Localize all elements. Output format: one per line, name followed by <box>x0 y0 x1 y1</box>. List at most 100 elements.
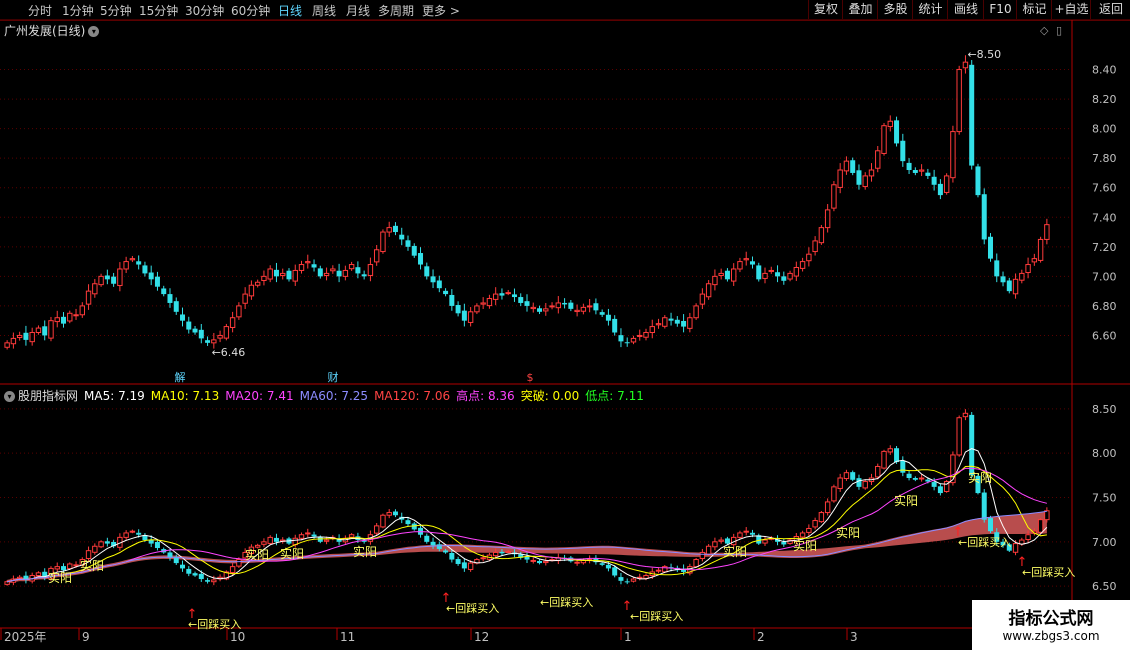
candle-body <box>724 538 730 544</box>
candle-body <box>599 312 605 315</box>
signal-label: 实阳 <box>48 570 72 585</box>
candle-body <box>894 120 900 144</box>
candle-body <box>136 261 142 265</box>
candle-body <box>612 567 618 576</box>
candle-body <box>894 448 900 463</box>
candle-body <box>154 541 160 549</box>
candle-body <box>205 580 211 582</box>
candle-body <box>537 308 543 312</box>
candle-body <box>443 290 449 295</box>
candle-body <box>111 276 117 284</box>
candle-body <box>280 272 286 276</box>
chart-canvas[interactable]: 8.40 8.20 8.00 7.80 7.60 7.40 7.20 7.00 6.80 6.60… <box>0 0 1130 650</box>
candle-body <box>392 225 398 233</box>
candle-body <box>311 534 317 537</box>
candle-body <box>530 306 536 310</box>
candle-body <box>756 265 762 280</box>
candle-body <box>211 339 217 344</box>
candle-body <box>530 559 536 562</box>
callback-buy-label: ←回踩买入 <box>1022 566 1075 579</box>
candle-body <box>900 140 906 162</box>
signal-label: 实阳 <box>245 547 269 562</box>
event-label: 解 <box>175 370 186 384</box>
candle-body <box>918 169 925 172</box>
candle-body <box>943 175 950 193</box>
candle-body <box>161 288 167 295</box>
diamond-icon[interactable]: ◇ <box>1040 24 1049 37</box>
candle-body <box>54 317 60 323</box>
ma20-line <box>6 467 1048 583</box>
main-y-tick: 7.00 <box>1092 270 1117 283</box>
candle-body <box>373 249 380 263</box>
candle-body <box>167 294 173 303</box>
signal-label: 实阳 <box>80 558 104 573</box>
candle-body <box>336 270 342 277</box>
candle-body <box>612 318 618 333</box>
candle-body <box>812 240 818 253</box>
candle-body <box>261 275 267 282</box>
candle-body <box>524 301 530 306</box>
candle-body <box>806 253 812 262</box>
candle-body <box>643 575 649 579</box>
candle-body <box>831 184 837 209</box>
candle-body <box>254 281 261 286</box>
candle-body <box>837 169 843 188</box>
candle-body <box>1037 519 1044 533</box>
candle-body <box>29 332 35 343</box>
candle-body <box>348 534 355 538</box>
candle-body <box>511 294 517 298</box>
candle-body <box>824 209 831 229</box>
candle-body <box>505 292 511 295</box>
candle-body <box>624 581 630 583</box>
candle-body <box>42 326 48 336</box>
candle-body <box>599 563 605 565</box>
candle-body <box>123 261 129 270</box>
panel-toggle-icon[interactable]: ▯ <box>1056 24 1062 37</box>
candle-body <box>348 264 355 270</box>
candle-body <box>261 541 267 545</box>
candle-body <box>254 544 261 548</box>
candle-body <box>843 472 850 480</box>
candle-body <box>1019 272 1025 281</box>
candle-body <box>35 572 42 576</box>
indicator-y-tick: 7.50 <box>1092 492 1117 505</box>
candle-body <box>737 532 743 538</box>
candle-body <box>956 69 962 133</box>
candle-body <box>674 319 680 324</box>
candle-body <box>4 581 10 585</box>
candle-body <box>298 534 305 539</box>
x-axis-label: 3 <box>850 630 858 644</box>
candle-body <box>799 532 806 538</box>
candle-body <box>862 175 868 188</box>
candle-body <box>298 264 305 271</box>
candle-body <box>73 564 79 567</box>
candle-body <box>762 539 768 544</box>
candle-body <box>85 290 92 305</box>
candle-body <box>136 532 142 535</box>
candle-body <box>681 320 687 327</box>
signal-label: 实阳 <box>723 544 747 559</box>
candle-body <box>1044 224 1050 240</box>
candle-body <box>73 314 79 317</box>
callback-buy-label: ←回踩买入 <box>958 536 1011 549</box>
candle-body <box>16 576 23 580</box>
candle-body <box>818 227 825 244</box>
candle-body <box>292 269 298 282</box>
candle-body <box>467 311 474 323</box>
x-axis-label: 1 <box>624 630 632 644</box>
candle-body <box>305 261 311 264</box>
candle-body <box>931 176 937 185</box>
candle-body <box>154 276 160 287</box>
x-axis-label: 2025年 <box>4 630 47 644</box>
candle-body <box>123 532 129 538</box>
candle-body <box>705 545 712 555</box>
ma60-line <box>6 510 1047 583</box>
main-y-tick: 7.60 <box>1092 182 1117 195</box>
candle-body <box>229 566 236 573</box>
candle-body <box>1031 258 1038 263</box>
candle-body <box>186 568 192 574</box>
candle-body <box>499 551 505 554</box>
candle-body <box>537 560 543 564</box>
candle-body <box>837 477 843 489</box>
candle-body <box>962 412 969 418</box>
